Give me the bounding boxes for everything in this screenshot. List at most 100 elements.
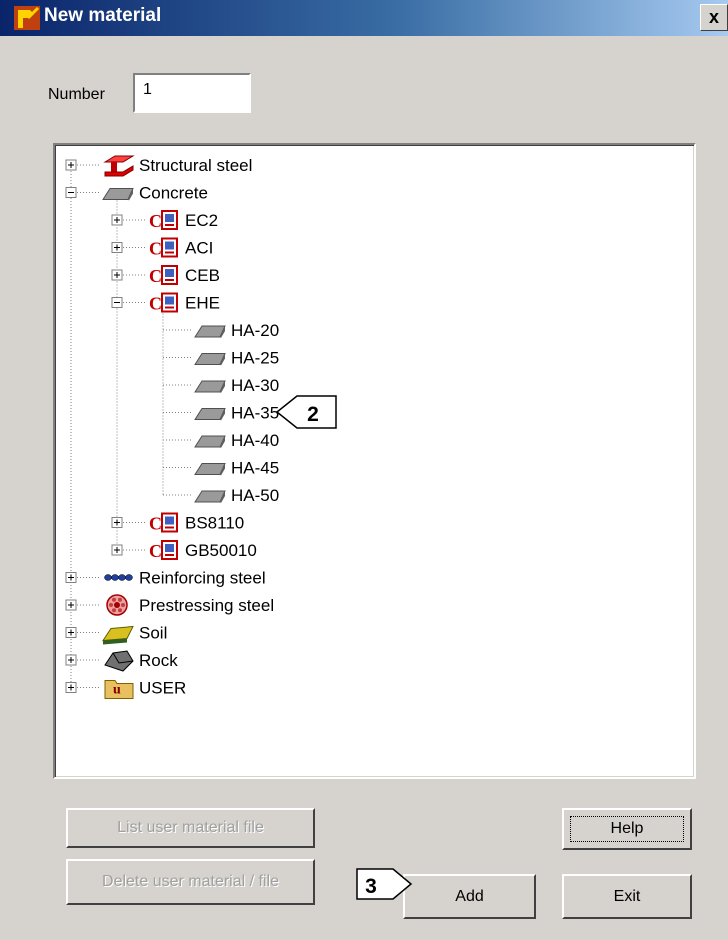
tree-item-label: HA-50 bbox=[231, 486, 279, 505]
tree-item-prestressing-steel[interactable]: Prestressing steel bbox=[65, 594, 274, 616]
tree-item-ha-35[interactable]: HA-35 bbox=[163, 404, 279, 423]
expand-icon[interactable] bbox=[111, 214, 123, 226]
number-input[interactable]: 1 bbox=[133, 73, 251, 113]
tree-item-bs8110[interactable]: C BS8110 bbox=[111, 512, 244, 534]
number-input-value: 1 bbox=[143, 81, 152, 98]
concrete-icon bbox=[194, 408, 226, 421]
expand-icon[interactable] bbox=[65, 654, 77, 666]
concrete-icon bbox=[102, 188, 134, 201]
structural-steel-icon bbox=[103, 155, 135, 177]
tree-item-label: HA-20 bbox=[231, 321, 279, 340]
expand-icon[interactable] bbox=[65, 682, 77, 693]
help-button[interactable]: Help bbox=[562, 808, 692, 850]
collapse-icon[interactable] bbox=[65, 187, 77, 198]
tree-item-gb50010[interactable]: C GB50010 bbox=[111, 540, 257, 561]
tree-item-user[interactable]: u USER bbox=[65, 679, 186, 699]
code-book-icon: C bbox=[149, 512, 178, 534]
tree-item-ha-45[interactable]: HA-45 bbox=[163, 459, 279, 478]
exit-label: Exit bbox=[613, 888, 641, 905]
reinforcing-steel-icon bbox=[104, 574, 133, 581]
tree-item-label: CEB bbox=[185, 266, 220, 285]
close-icon: x bbox=[708, 7, 719, 27]
tree-item-label: HA-45 bbox=[231, 459, 279, 478]
code-book-icon: C bbox=[149, 265, 178, 286]
tree-item-label: EHE bbox=[185, 294, 220, 313]
expand-icon[interactable] bbox=[65, 627, 77, 638]
material-tree[interactable]: Structural steel Concrete C EC2 C ACI C CEB C EHE… bbox=[53, 143, 696, 779]
tree-item-ha-30[interactable]: HA-30 bbox=[163, 376, 279, 395]
list-user-material-file-button[interactable]: List user material file bbox=[66, 808, 315, 848]
svg-text:u: u bbox=[113, 683, 121, 698]
callout-2-text: 2 bbox=[307, 403, 319, 426]
tree-item-label: USER bbox=[139, 679, 186, 698]
user-folder-icon: u bbox=[104, 680, 134, 699]
expand-icon[interactable] bbox=[65, 572, 77, 583]
tree-item-label: Concrete bbox=[139, 184, 208, 203]
tree-item-soil[interactable]: Soil bbox=[65, 624, 167, 645]
rock-icon bbox=[104, 650, 134, 672]
tree-item-aci[interactable]: C ACI bbox=[111, 237, 213, 259]
tree-item-ceb[interactable]: C CEB bbox=[111, 265, 220, 286]
window-title: New material bbox=[44, 5, 162, 26]
callout-2: 2 bbox=[275, 395, 337, 429]
concrete-icon bbox=[194, 463, 226, 476]
concrete-icon bbox=[194, 490, 226, 503]
prestressing-steel-icon bbox=[106, 594, 128, 616]
add-button[interactable]: Add bbox=[403, 874, 536, 919]
concrete-icon bbox=[194, 353, 226, 366]
tree-item-label: HA-25 bbox=[231, 349, 279, 368]
expand-icon[interactable] bbox=[111, 517, 123, 528]
list-user-material-file-label: List user material file bbox=[117, 819, 264, 836]
exit-button[interactable]: Exit bbox=[562, 874, 692, 919]
focus-rectangle bbox=[570, 816, 684, 842]
add-label: Add bbox=[455, 888, 484, 905]
expand-icon[interactable] bbox=[111, 242, 123, 253]
tree-item-concrete[interactable]: Concrete bbox=[65, 184, 208, 203]
tree-item-label: Reinforcing steel bbox=[139, 569, 266, 588]
expand-icon[interactable] bbox=[65, 159, 77, 171]
concrete-icon bbox=[194, 325, 226, 338]
tree-item-ha-20[interactable]: HA-20 bbox=[163, 321, 279, 340]
collapse-icon[interactable] bbox=[111, 297, 123, 308]
svg-text:C: C bbox=[149, 294, 162, 314]
tree-item-ha-40[interactable]: HA-40 bbox=[163, 431, 279, 450]
tree-item-label: BS8110 bbox=[185, 514, 244, 533]
soil-icon bbox=[102, 625, 134, 645]
delete-user-material-label: Delete user material / file bbox=[102, 873, 279, 890]
code-book-icon: C bbox=[149, 540, 178, 561]
concrete-icon bbox=[194, 435, 226, 448]
tree-item-label: Rock bbox=[139, 651, 178, 670]
tree-item-rock[interactable]: Rock bbox=[65, 650, 178, 672]
callout-3: 3 bbox=[356, 868, 413, 900]
tree-item-label: GB50010 bbox=[185, 541, 257, 560]
tree-item-ha-25[interactable]: HA-25 bbox=[163, 349, 279, 368]
svg-text:C: C bbox=[149, 239, 162, 259]
expand-icon[interactable] bbox=[111, 269, 123, 281]
tree-item-label: Soil bbox=[139, 624, 167, 643]
delete-user-material-button[interactable]: Delete user material / file bbox=[66, 859, 315, 905]
title-bar[interactable]: New material x bbox=[0, 0, 728, 36]
number-label: Number bbox=[48, 86, 105, 103]
tree-item-ec2[interactable]: C EC2 bbox=[111, 210, 218, 231]
expand-icon[interactable] bbox=[65, 599, 77, 611]
tree-item-ha-50[interactable]: HA-50 bbox=[163, 486, 279, 505]
tree-item-label: HA-30 bbox=[231, 376, 279, 395]
tree-item-ehe[interactable]: C EHE bbox=[111, 292, 220, 314]
svg-text:C: C bbox=[149, 541, 162, 561]
close-button[interactable]: x bbox=[700, 4, 728, 31]
code-book-icon: C bbox=[149, 210, 178, 231]
tree-item-structural-steel[interactable]: Structural steel bbox=[65, 155, 252, 177]
svg-text:C: C bbox=[149, 211, 162, 231]
tree-item-label: Prestressing steel bbox=[139, 596, 274, 615]
tree-item-label: Structural steel bbox=[139, 156, 252, 175]
tree-item-reinforcing-steel[interactable]: Reinforcing steel bbox=[65, 569, 266, 588]
tree-item-label: ACI bbox=[185, 239, 213, 258]
tree-item-label: EC2 bbox=[185, 211, 218, 230]
material-tree-canvas: Structural steel Concrete C EC2 C ACI C CEB C EHE… bbox=[65, 155, 279, 699]
svg-text:C: C bbox=[149, 266, 162, 286]
svg-text:C: C bbox=[149, 514, 162, 534]
code-book-icon: C bbox=[149, 292, 178, 314]
concrete-icon bbox=[194, 380, 226, 393]
expand-icon[interactable] bbox=[111, 544, 123, 556]
callout-3-text: 3 bbox=[365, 875, 377, 898]
